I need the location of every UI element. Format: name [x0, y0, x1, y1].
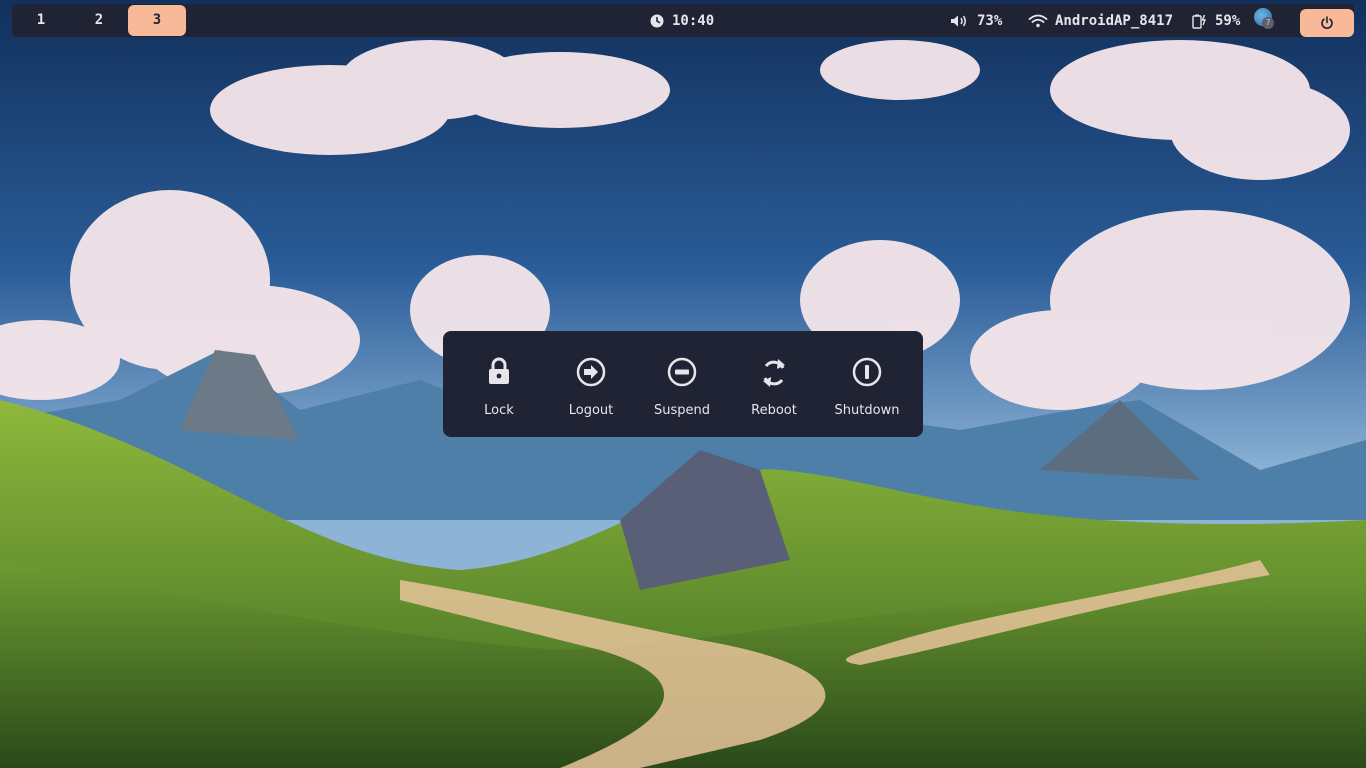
- suspend-label: Suspend: [653, 403, 710, 418]
- reboot-icon: [763, 359, 785, 387]
- workspace-1-label: 1: [36, 12, 46, 28]
- battery-charging-icon: [1192, 14, 1207, 29]
- wifi-indicator[interactable]: AndroidAP_8417: [1028, 4, 1173, 37]
- battery-value: 59%: [1215, 12, 1241, 29]
- power-button[interactable]: [1300, 9, 1354, 37]
- logout-icon: [576, 357, 606, 387]
- lock-button[interactable]: Lock: [459, 357, 539, 418]
- lock-icon: [489, 357, 509, 384]
- desktop: 1 2 3 10:40 73% AndroidAP_8417 59% 7 Loc…: [0, 0, 1366, 768]
- workspace-2[interactable]: 2: [70, 5, 128, 36]
- workspace-3[interactable]: 3: [128, 5, 186, 36]
- battery-indicator[interactable]: 59%: [1192, 4, 1240, 37]
- suspend-icon: [667, 357, 697, 387]
- workspace-2-label: 2: [94, 12, 104, 28]
- wifi-icon: [1028, 14, 1048, 27]
- notification-badge: 7: [1262, 17, 1274, 29]
- workspace-1[interactable]: 1: [12, 5, 70, 36]
- volume-icon: [951, 15, 966, 26]
- power-menu: Lock Logout Suspend Reboot Shutdown: [443, 331, 923, 437]
- shutdown-icon: [852, 357, 882, 387]
- suspend-button[interactable]: Suspend: [642, 357, 722, 418]
- shutdown-label: Shutdown: [834, 403, 900, 418]
- power-icon: [1321, 16, 1333, 29]
- logout-label: Logout: [568, 403, 614, 418]
- clock-icon: [650, 14, 664, 27]
- lock-label: Lock: [484, 403, 514, 418]
- volume-indicator[interactable]: 73%: [950, 4, 1002, 37]
- reboot-button[interactable]: Reboot: [734, 357, 814, 418]
- shutdown-button[interactable]: Shutdown: [827, 357, 907, 418]
- top-bar: 1 2 3 10:40 73% AndroidAP_8417 59%: [12, 4, 1354, 37]
- clock[interactable]: 10:40: [650, 4, 714, 37]
- workspace-3-label: 3: [152, 12, 162, 28]
- wifi-ssid: AndroidAP_8417: [1055, 12, 1174, 29]
- volume-value: 73%: [977, 12, 1003, 29]
- reboot-label: Reboot: [751, 403, 797, 418]
- logout-button[interactable]: Logout: [551, 357, 631, 418]
- clock-time: 10:40: [672, 12, 715, 29]
